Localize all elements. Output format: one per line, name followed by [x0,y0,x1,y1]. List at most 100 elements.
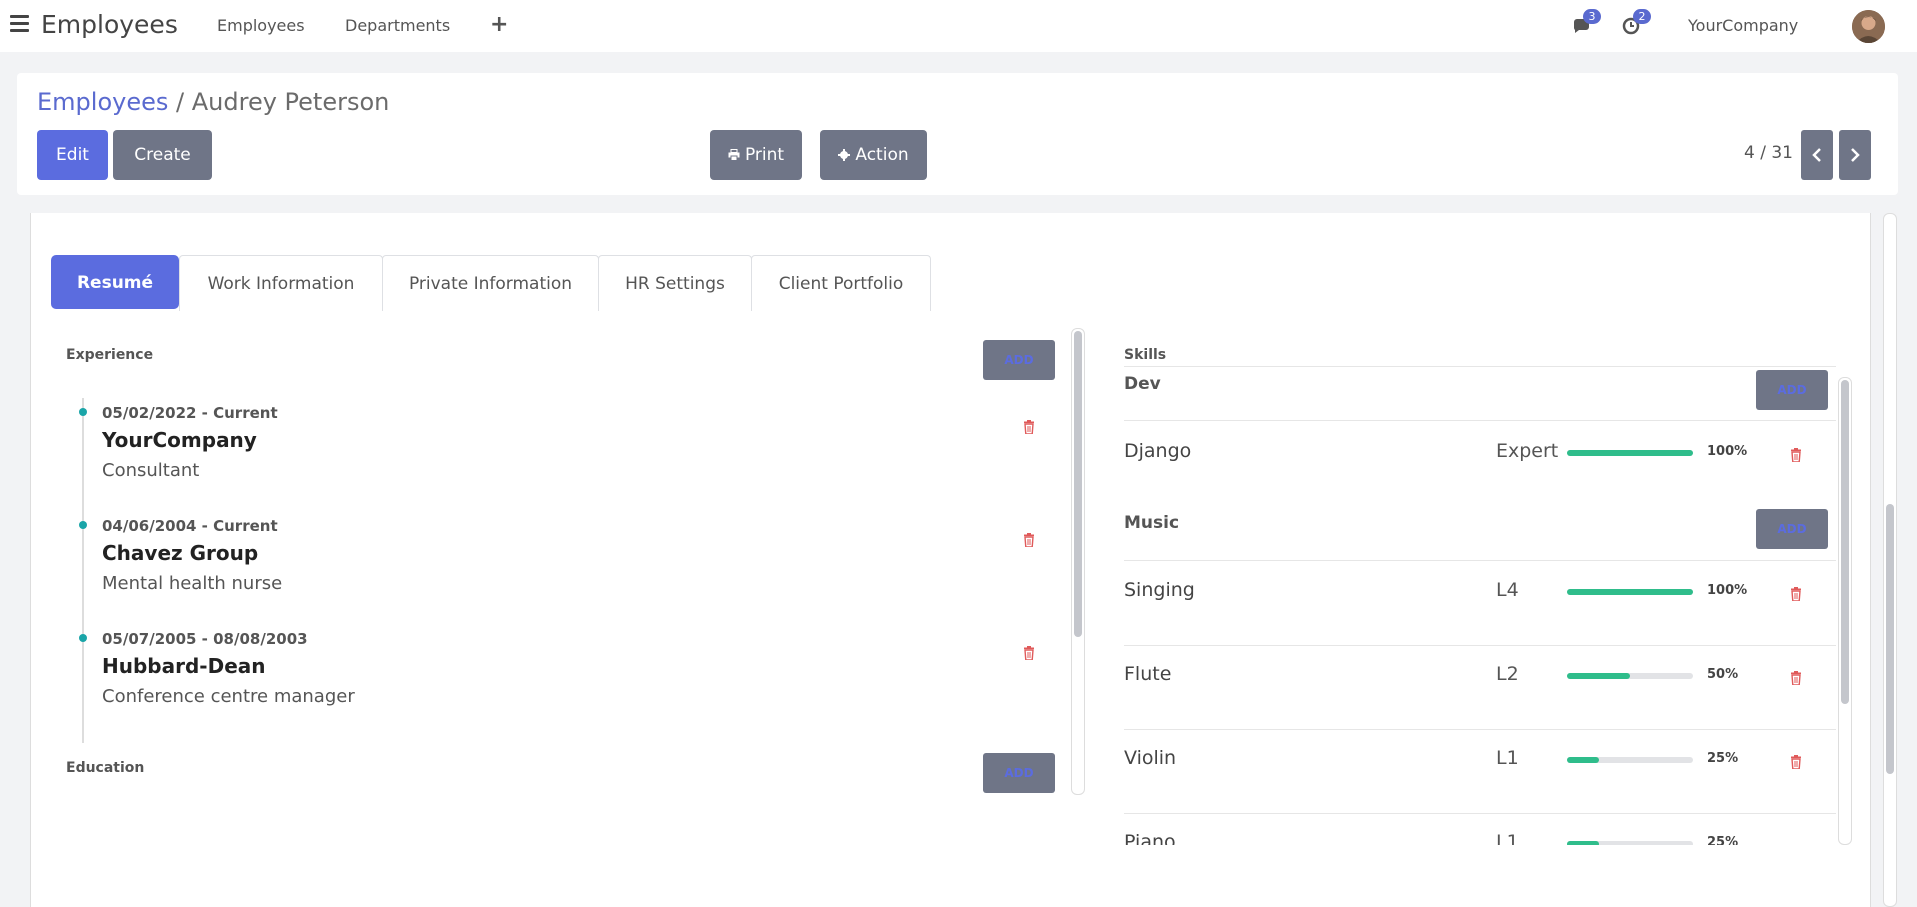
education-title: Education [66,760,145,776]
timeline-dot [79,408,87,416]
pager-next-button[interactable] [1839,130,1871,180]
trash-icon[interactable] [1023,646,1035,660]
trash-icon[interactable] [1790,671,1802,685]
skill-percent: 25% [1707,835,1739,845]
print-icon [728,149,740,161]
experience-dates: 04/06/2004 - Current [102,517,278,535]
edit-button[interactable]: Edit [37,130,108,180]
avatar-icon [1852,10,1885,43]
trash-icon[interactable] [1790,448,1802,462]
scrollbar-thumb[interactable] [1841,380,1849,704]
skill-level: Expert [1496,440,1559,462]
pager-previous-button[interactable] [1801,130,1833,180]
trash-icon[interactable] [1790,755,1802,769]
user-avatar[interactable] [1852,10,1885,43]
page-scrollbar[interactable] [1883,213,1897,907]
print-button[interactable]: Print [710,130,802,180]
app-title: Employees [41,10,178,39]
skill-group-music: Music [1124,513,1180,533]
activities-button[interactable]: 2 [1621,9,1651,36]
timeline-dot [79,521,87,529]
skill-name: Singing [1124,579,1195,601]
skill-percent: 25% [1707,751,1739,766]
skill-group-dev: Dev [1124,374,1161,394]
skill-progress-bar [1567,450,1693,456]
menu-icon[interactable] [10,15,29,33]
experience-title: Experience [66,347,154,363]
chevron-left-icon [1812,148,1821,162]
action-button-label: Action [855,145,909,165]
skill-percent: 50% [1707,667,1739,682]
tab-hr-settings[interactable]: HR Settings [598,255,752,311]
skill-row-piano[interactable]: Piano L1 25% [1124,813,1836,845]
skill-level: L1 [1496,747,1519,769]
skill-progress-fill [1567,450,1693,456]
timeline-dot [79,634,87,642]
skills-scrollbar[interactable] [1838,377,1852,845]
skills-panel: Skills Dev ADD Django Expert 100% Music … [1124,328,1849,845]
skill-progress-bar [1567,841,1693,845]
plus-icon[interactable]: + [490,12,508,37]
skill-level: L4 [1496,579,1519,601]
skill-progress-fill [1567,673,1630,679]
gear-icon [838,149,851,161]
action-button[interactable]: Action [820,130,927,180]
add-experience-button[interactable]: ADD [983,340,1055,380]
edit-button-label: Edit [56,145,89,165]
create-button[interactable]: Create [113,130,212,180]
nav-departments[interactable]: Departments [345,16,450,35]
add-skill-dev-button[interactable]: ADD [1756,370,1828,410]
messages-button[interactable]: 3 [1571,9,1601,36]
skill-percent: 100% [1707,444,1748,459]
breadcrumb-current: Audrey Peterson [191,88,390,116]
top-navbar: Employees Employees Departments + 3 2 Yo… [0,0,1917,52]
skill-name: Piano [1124,831,1176,845]
skills-title: Skills [1124,347,1167,363]
skill-row-django[interactable]: Django Expert 100% [1124,422,1836,506]
skill-progress-bar [1567,673,1693,679]
experience-role: Consultant [102,460,200,481]
breadcrumb: Employees / Audrey Peterson [37,88,389,116]
experience-role: Mental health nurse [102,573,283,594]
add-skill-music-button[interactable]: ADD [1756,509,1828,549]
skill-row-flute[interactable]: Flute L2 50% [1124,645,1836,729]
skill-level: L2 [1496,663,1519,685]
nav-employees[interactable]: Employees [217,16,305,35]
skill-row-violin[interactable]: Violin L1 25% [1124,729,1836,813]
company-switcher[interactable]: YourCompany [1688,16,1798,35]
scrollbar-thumb[interactable] [1886,504,1894,774]
tab-resume[interactable]: Resumé [51,255,179,309]
activities-badge: 2 [1633,9,1651,24]
experience-item[interactable]: 05/07/2005 - 08/08/2003 Hubbard-Dean Con… [51,626,1086,726]
experience-company: YourCompany [102,428,257,452]
create-button-label: Create [134,145,191,165]
skill-name: Flute [1124,663,1172,685]
breadcrumb-separator: / [176,88,185,116]
experience-dates: 05/02/2022 - Current [102,404,278,422]
tab-private-information[interactable]: Private Information [382,255,599,311]
skill-name: Django [1124,440,1192,462]
trash-icon[interactable] [1790,587,1802,601]
experience-item[interactable]: 04/06/2004 - Current Chavez Group Mental… [51,513,1086,613]
trash-icon[interactable] [1023,420,1035,434]
tab-work-information[interactable]: Work Information [179,255,383,311]
tab-client-portfolio[interactable]: Client Portfolio [751,255,931,311]
skill-progress-bar [1567,757,1693,763]
pager-value[interactable]: 4 / 31 [1744,143,1793,163]
scrollbar-thumb[interactable] [1074,331,1082,637]
skill-progress-fill [1567,841,1599,845]
skill-progress-fill [1567,757,1599,763]
trash-icon[interactable] [1023,533,1035,547]
resume-scrollbar[interactable] [1071,328,1085,795]
skill-row-singing[interactable]: Singing L4 100% [1124,561,1836,645]
skill-percent: 100% [1707,583,1748,598]
breadcrumb-employees[interactable]: Employees [37,88,168,116]
resume-panel: Experience ADD 05/02/2022 - Current Your… [51,328,1086,795]
skills-divider [1124,420,1836,421]
experience-company: Hubbard-Dean [102,654,266,678]
experience-dates: 05/07/2005 - 08/08/2003 [102,630,308,648]
experience-item[interactable]: 05/02/2022 - Current YourCompany Consult… [51,400,1086,500]
form-sheet: Resumé Work Information Private Informat… [30,213,1871,907]
add-education-button[interactable]: ADD [983,753,1055,793]
skill-level: L1 [1496,831,1519,845]
